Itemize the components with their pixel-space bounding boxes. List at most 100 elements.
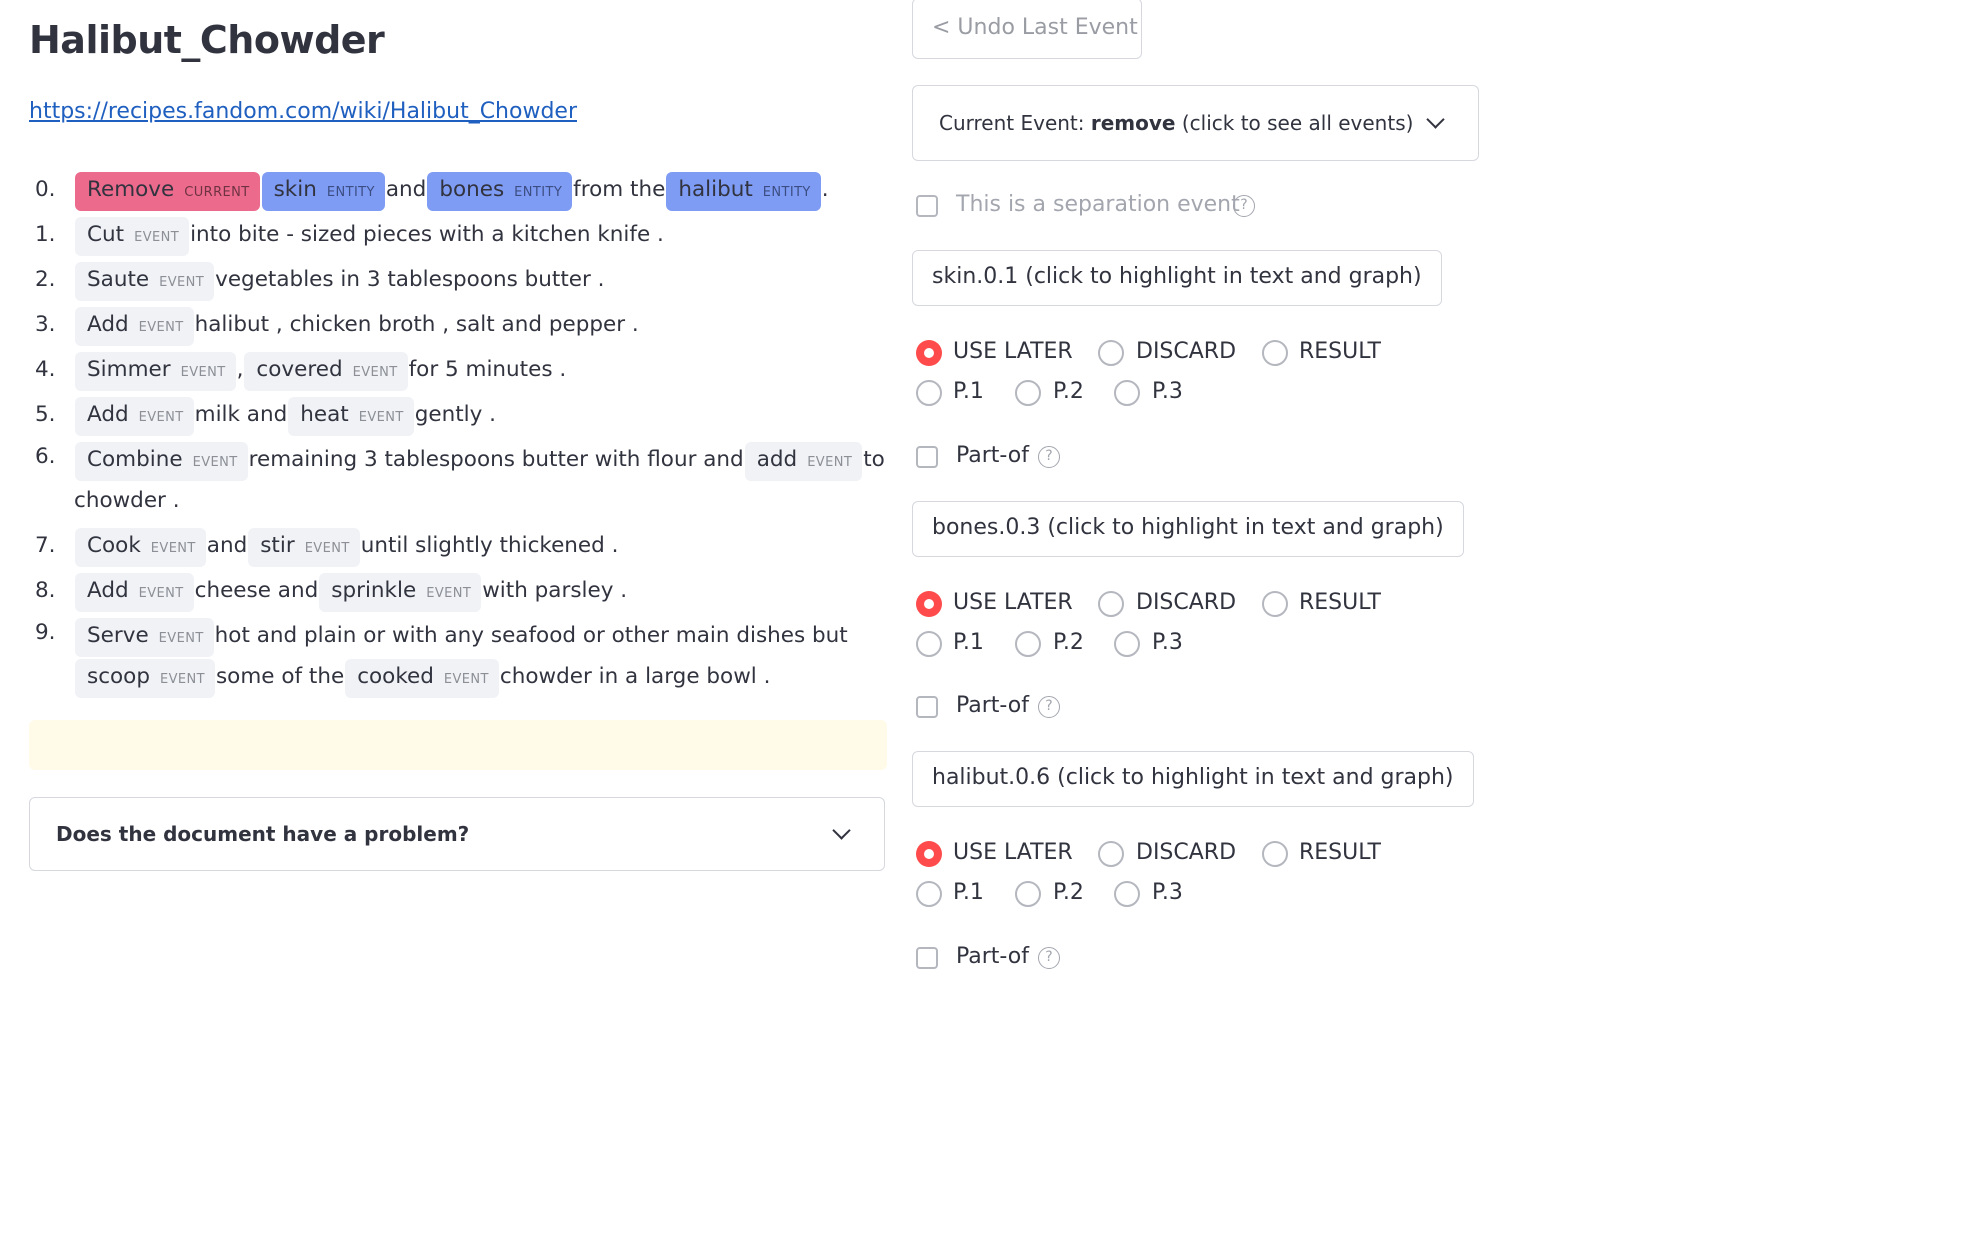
- token-sprinkle-event[interactable]: sprinkle EVENT: [319, 573, 482, 612]
- notice-box: [29, 720, 887, 770]
- token-covered-event[interactable]: covered EVENT: [244, 352, 408, 391]
- help-icon[interactable]: ?: [1233, 195, 1255, 217]
- radio-result[interactable]: [1262, 841, 1288, 867]
- step-text: vegetables in 3 tablespoons butter .: [215, 267, 605, 292]
- entity-halibut-button[interactable]: halibut.0.6 (click to highlight in text …: [912, 751, 1474, 807]
- token-remove-current[interactable]: Remove CURRENT: [75, 172, 260, 211]
- step-number: 2.: [35, 267, 56, 292]
- token-skin-entity[interactable]: skin ENTITY: [261, 172, 385, 211]
- token-scoop-event[interactable]: scoop EVENT: [75, 659, 215, 698]
- part-of-checkbox[interactable]: [916, 947, 938, 969]
- source-link[interactable]: https://recipes.fandom.com/wiki/Halibut_…: [29, 99, 577, 124]
- problem-expander-label: Does the document have a problem?: [56, 822, 470, 846]
- entity-halibut-part-of-row[interactable]: Part-of ?: [916, 944, 1116, 974]
- part-of-label: Part-of: [956, 693, 1029, 718]
- step-text: ,: [236, 357, 244, 382]
- radio-p1[interactable]: [916, 631, 942, 657]
- radio-p3[interactable]: [1114, 631, 1140, 657]
- entity-skin-button[interactable]: skin.0.1 (click to highlight in text and…: [912, 250, 1442, 306]
- page-title: Halibut_Chowder: [29, 18, 385, 62]
- radio-p2[interactable]: [1015, 881, 1041, 907]
- separation-event-label: This is a separation event: [956, 192, 1240, 217]
- token-halibut-entity[interactable]: halibut ENTITY: [666, 172, 821, 211]
- radio-discard[interactable]: [1098, 841, 1124, 867]
- token-combine-event[interactable]: Combine EVENT: [75, 442, 248, 481]
- separation-event-checkbox[interactable]: [916, 195, 938, 217]
- step-number: 5.: [35, 402, 56, 427]
- recipe-steps: 0. Remove CURRENT skin ENTITY and bones ENTITY…: [29, 167, 887, 700]
- entity-skin-product-radios: P.1 P.2 P.3: [916, 379, 1476, 409]
- undo-last-event-button[interactable]: < Undo Last Event: [912, 0, 1142, 59]
- radio-use-later[interactable]: [916, 591, 942, 617]
- radio-p1[interactable]: [916, 380, 942, 406]
- token-stir-event[interactable]: stir EVENT: [248, 528, 360, 567]
- step-5: 5. Add EVENT milk and heat EVENT gently .: [29, 392, 887, 437]
- step-number: 0.: [35, 177, 56, 202]
- part-of-checkbox[interactable]: [916, 696, 938, 718]
- step-number: 7.: [35, 533, 56, 558]
- separation-event-checkbox-row[interactable]: This is a separation event ?: [916, 192, 1316, 222]
- step-text: cheese and: [194, 578, 319, 603]
- token-heat-event[interactable]: heat EVENT: [288, 397, 414, 436]
- step-text: and: [385, 177, 427, 202]
- entity-skin-role-radios: USE LATER DISCARD RESULT: [916, 339, 1476, 369]
- entity-bones-product-radios: P.1 P.2 P.3: [916, 630, 1476, 660]
- token-add-event[interactable]: Add EVENT: [75, 307, 194, 346]
- radio-p2[interactable]: [1015, 631, 1041, 657]
- problem-expander[interactable]: Does the document have a problem?: [29, 797, 885, 871]
- token-saute-event[interactable]: Saute EVENT: [75, 262, 215, 301]
- radio-result[interactable]: [1262, 340, 1288, 366]
- step-6: 6. Combine EVENT remaining 3 tablespoons b…: [29, 437, 887, 523]
- entity-bones-part-of-row[interactable]: Part-of ?: [916, 693, 1116, 723]
- token-add-event[interactable]: Add EVENT: [75, 573, 194, 612]
- token-serve-event[interactable]: Serve EVENT: [75, 618, 214, 657]
- step-text: .: [821, 177, 829, 202]
- step-text: gently .: [414, 402, 497, 427]
- step-text: with parsley .: [482, 578, 628, 603]
- token-cut-event[interactable]: Cut EVENT: [75, 217, 190, 256]
- token-add-event[interactable]: add EVENT: [744, 442, 863, 481]
- radio-result[interactable]: [1262, 591, 1288, 617]
- token-simmer-event[interactable]: Simmer EVENT: [75, 352, 236, 391]
- current-event-select[interactable]: Current Event: remove (click to see all …: [912, 85, 1479, 161]
- help-icon[interactable]: ?: [1038, 446, 1060, 468]
- radio-p2[interactable]: [1015, 380, 1041, 406]
- step-8: 8. Add EVENT cheese and sprinkle EVENT with p…: [29, 568, 887, 613]
- radio-discard[interactable]: [1098, 591, 1124, 617]
- step-4: 4. Simmer EVENT, covered EVENT for 5 minutes…: [29, 347, 887, 392]
- radio-use-later[interactable]: [916, 340, 942, 366]
- step-1: 1. Cut EVENT into bite - sized pieces with…: [29, 212, 887, 257]
- token-cooked-event[interactable]: cooked EVENT: [345, 659, 499, 698]
- step-number: 6.: [35, 444, 56, 469]
- help-icon[interactable]: ?: [1038, 696, 1060, 718]
- step-text: milk and: [194, 402, 288, 427]
- token-add-event[interactable]: Add EVENT: [75, 397, 194, 436]
- radio-p3[interactable]: [1114, 380, 1140, 406]
- radio-p3[interactable]: [1114, 881, 1140, 907]
- entity-bones-button[interactable]: bones.0.3 (click to highlight in text an…: [912, 501, 1464, 557]
- chevron-down-icon: [832, 821, 851, 840]
- step-number: 3.: [35, 312, 56, 337]
- entity-bones-role-radios: USE LATER DISCARD RESULT: [916, 590, 1476, 620]
- step-number: 1.: [35, 222, 56, 247]
- step-text: chowder in a large bowl .: [499, 664, 771, 689]
- radio-p1[interactable]: [916, 881, 942, 907]
- step-text: from the: [573, 177, 666, 202]
- step-number: 4.: [35, 357, 56, 382]
- part-of-checkbox[interactable]: [916, 446, 938, 468]
- entity-skin-part-of-row[interactable]: Part-of ?: [916, 443, 1116, 473]
- entity-halibut-product-radios: P.1 P.2 P.3: [916, 880, 1476, 910]
- help-icon[interactable]: ?: [1038, 947, 1060, 969]
- chevron-down-icon: [1426, 110, 1445, 129]
- radio-use-later[interactable]: [916, 841, 942, 867]
- entity-halibut-role-radios: USE LATER DISCARD RESULT: [916, 840, 1476, 870]
- step-text: into bite - sized pieces with a kitchen …: [190, 222, 664, 247]
- step-7: 7. Cook EVENT and stir EVENT until slightly t…: [29, 523, 887, 568]
- step-text: hot and plain or with any seafood or oth…: [214, 623, 848, 648]
- token-cook-event[interactable]: Cook EVENT: [75, 528, 206, 567]
- radio-discard[interactable]: [1098, 340, 1124, 366]
- step-text: remaining 3 tablespoons butter with flou…: [248, 447, 744, 472]
- step-3: 3. Add EVENT halibut , chicken broth , sal…: [29, 302, 887, 347]
- token-bones-entity[interactable]: bones ENTITY: [427, 172, 573, 211]
- step-text: until slightly thickened .: [360, 533, 619, 558]
